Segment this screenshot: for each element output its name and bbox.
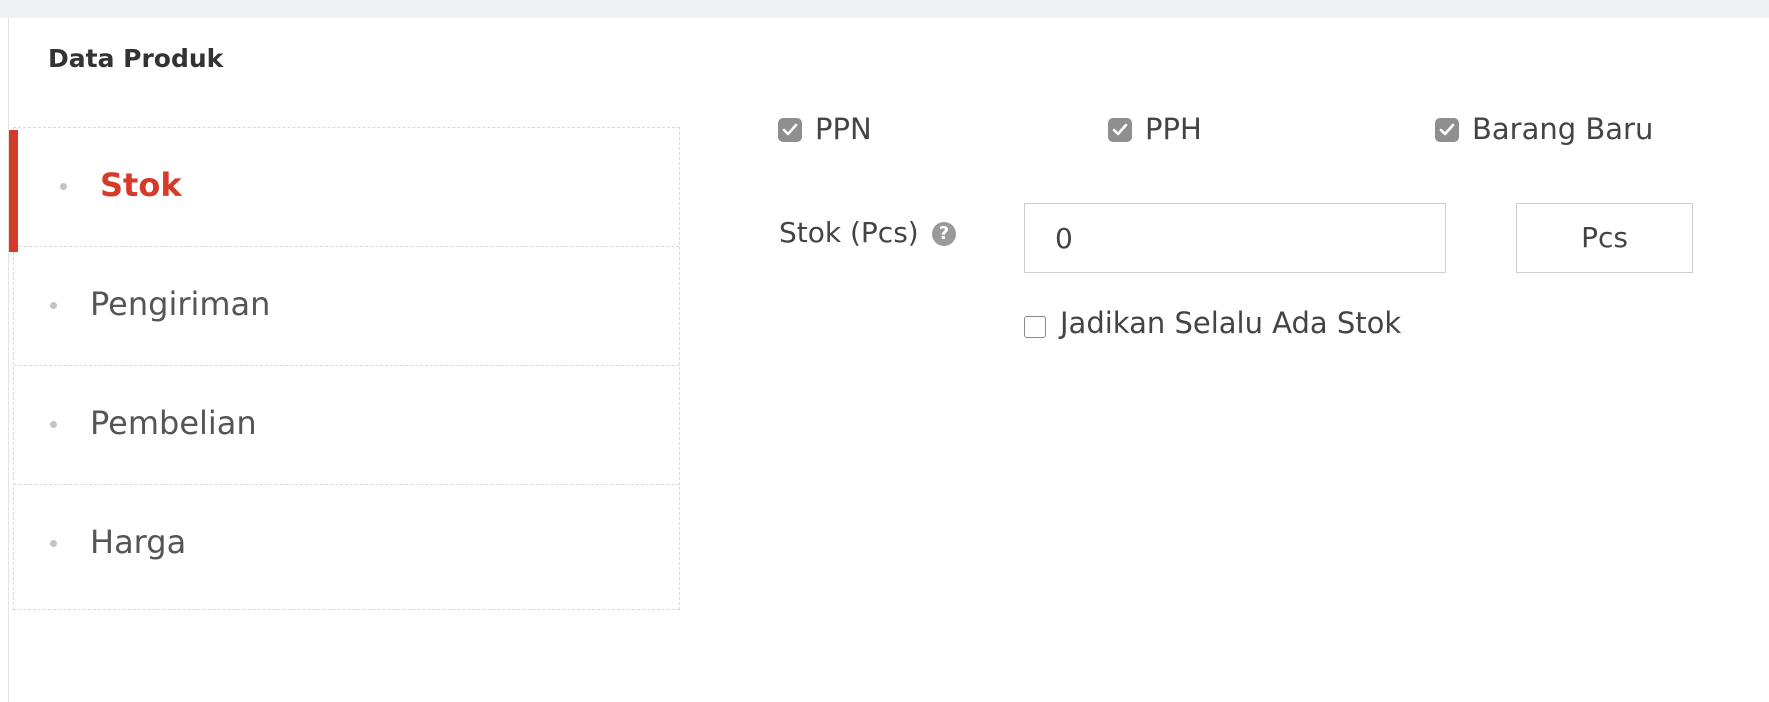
tab-label: Harga: [90, 523, 187, 561]
tab-label: Pembelian: [90, 404, 257, 442]
active-tab-indicator: [9, 130, 18, 252]
stock-input[interactable]: [1024, 203, 1446, 273]
checkbox-icon: [1024, 316, 1046, 338]
bullet-icon: [50, 540, 57, 547]
tab-label: Stok: [100, 166, 182, 204]
checkbox-label: Barang Baru: [1472, 112, 1654, 146]
question-circle-icon[interactable]: ?: [932, 222, 956, 246]
stock-label: Stok (Pcs): [779, 216, 919, 249]
always-in-stock-label: Jadikan Selalu Ada Stok: [1060, 306, 1402, 340]
checkmark-icon: [1435, 118, 1459, 142]
bullet-icon: [50, 421, 57, 428]
section-title: Data Produk: [48, 44, 224, 73]
bullet-icon: [60, 183, 67, 190]
tab-pembelian[interactable]: Pembelian: [14, 366, 679, 485]
checkbox-label: PPN: [815, 112, 872, 146]
bullet-icon: [50, 302, 57, 309]
tab-pengiriman[interactable]: Pengiriman: [14, 247, 679, 366]
tab-stok[interactable]: Stok: [9, 128, 679, 252]
tab-list: Stok Pengiriman Pembelian Harga: [9, 127, 680, 610]
tab-harga[interactable]: Harga: [14, 485, 679, 604]
checkmark-icon: [778, 118, 802, 142]
top-strip: [0, 0, 1769, 18]
checkmark-icon: [1108, 118, 1132, 142]
tab-label: Pengiriman: [90, 285, 271, 323]
checkbox-label: PPH: [1145, 112, 1202, 146]
stock-unit: Pcs: [1516, 203, 1693, 273]
